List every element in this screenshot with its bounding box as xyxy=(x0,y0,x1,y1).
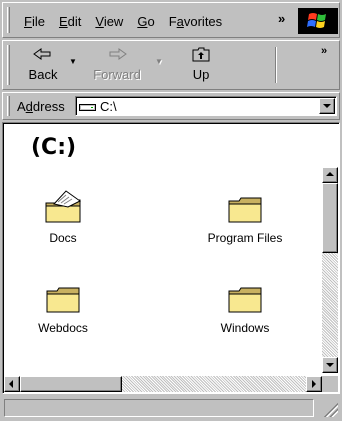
back-arrow-icon xyxy=(19,43,67,65)
up-button[interactable]: Up xyxy=(171,43,231,87)
menu-edit[interactable]: Edit xyxy=(52,12,88,31)
forward-dropdown-icon[interactable]: ▼ xyxy=(155,57,163,66)
vertical-scroll-thumb[interactable] xyxy=(322,183,338,253)
toolbar-separator xyxy=(275,47,277,83)
menu-bar: File Edit View Go Favorites » xyxy=(2,2,340,38)
arrow-down-icon xyxy=(326,363,334,367)
horizontal-scrollbar[interactable] xyxy=(4,376,322,392)
status-bar xyxy=(2,397,340,419)
vertical-scrollbar[interactable] xyxy=(322,167,338,373)
address-label: Address xyxy=(17,99,65,114)
back-dropdown-icon[interactable]: ▼ xyxy=(69,57,77,66)
arrow-right-icon xyxy=(312,380,316,388)
menu-go[interactable]: Go xyxy=(130,12,161,31)
shared-folder-icon xyxy=(15,185,111,225)
address-input[interactable] xyxy=(100,99,300,114)
arrow-left-icon xyxy=(9,380,13,388)
resize-grip-icon[interactable] xyxy=(322,401,338,417)
scrollbar-corner xyxy=(322,376,338,392)
standard-toolbar: Back ▼ Forward ▼ Up » xyxy=(2,40,340,90)
toolbar-overflow-chevron[interactable]: » xyxy=(321,45,327,57)
folder-icon xyxy=(197,275,293,315)
menu-favorites[interactable]: Favorites xyxy=(162,12,229,31)
menu-items: File Edit View Go Favorites xyxy=(17,12,229,31)
toolbar-grip[interactable] xyxy=(7,45,10,85)
file-item-docs[interactable]: Docs xyxy=(15,185,111,245)
back-button[interactable]: Back xyxy=(19,43,67,87)
folder-view: (C:) Docs Program Files Webdocs Windows xyxy=(2,122,340,394)
scroll-right-button[interactable] xyxy=(306,376,322,392)
folder-icon xyxy=(15,275,111,315)
address-dropdown-button[interactable] xyxy=(319,98,335,114)
address-bar-grip[interactable] xyxy=(7,96,10,116)
explorer-window: File Edit View Go Favorites » Back ▼ For… xyxy=(0,0,342,421)
menu-view[interactable]: View xyxy=(88,12,130,31)
folder-icon xyxy=(197,185,293,225)
arrow-up-icon xyxy=(326,172,334,176)
address-field[interactable] xyxy=(75,96,337,116)
folder-title: (C:) xyxy=(31,135,77,160)
scroll-left-button[interactable] xyxy=(4,376,20,392)
file-item-webdocs[interactable]: Webdocs xyxy=(15,275,111,335)
status-text xyxy=(4,399,314,417)
horizontal-scroll-thumb[interactable] xyxy=(20,376,122,392)
menu-overflow-chevron[interactable]: » xyxy=(278,11,285,26)
up-folder-icon xyxy=(171,43,231,65)
scroll-down-button[interactable] xyxy=(322,357,338,373)
menu-file[interactable]: File xyxy=(17,12,52,31)
forward-button[interactable]: Forward xyxy=(83,43,151,87)
menu-bar-grip[interactable] xyxy=(7,7,10,33)
scroll-up-button[interactable] xyxy=(322,167,338,183)
windows-logo-icon xyxy=(298,8,338,34)
hard-drive-icon xyxy=(79,101,97,115)
forward-arrow-icon xyxy=(83,43,151,65)
file-item-windows[interactable]: Windows xyxy=(197,275,293,335)
file-item-program-files[interactable]: Program Files xyxy=(197,185,293,245)
address-bar: Address xyxy=(2,92,340,120)
